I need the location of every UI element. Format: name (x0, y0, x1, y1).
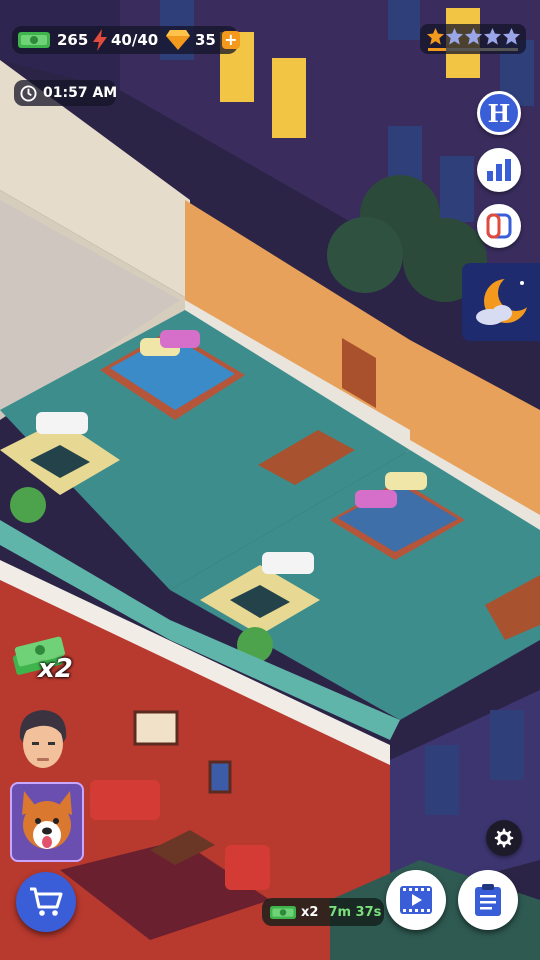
gems-counter[interactable]: 35 + (166, 27, 240, 53)
manager-avatar[interactable] (10, 704, 76, 776)
watch-video-button[interactable] (386, 870, 446, 930)
alert-button[interactable] (477, 204, 521, 248)
settings-button[interactable] (486, 820, 522, 856)
hotel-rating[interactable] (420, 24, 526, 54)
corgi-dog-icon (22, 791, 72, 849)
star-icon (445, 27, 464, 45)
hotel-letter: H (487, 98, 511, 128)
shopping-cart-icon (30, 887, 63, 916)
moon-cloud-icon (476, 275, 534, 325)
cash-icon (270, 905, 296, 919)
alert-card-icon (486, 213, 512, 239)
bar-chart-icon (487, 159, 511, 181)
clipboard-icon (475, 884, 501, 916)
plant (10, 487, 46, 523)
energy-value: 40/40 (111, 31, 159, 49)
pet-dog-button[interactable] (10, 782, 84, 862)
manager-face-icon (19, 710, 67, 768)
gem-icon (166, 30, 190, 50)
stats-button[interactable] (477, 148, 521, 192)
income-boost-contents: x2 7m 37s (270, 900, 381, 924)
gems-value: 35 (195, 31, 216, 49)
hotel-button[interactable]: H (477, 91, 521, 135)
add-gems-button[interactable]: + (221, 31, 240, 49)
energy-counter[interactable]: 40/40 (93, 27, 158, 53)
shop-button[interactable] (16, 872, 76, 932)
clock-time: 01:57 AM (43, 85, 118, 101)
tasks-button[interactable] (458, 870, 518, 930)
boost-multiplier: x2 (301, 904, 319, 920)
rating-progress-fill (428, 48, 446, 51)
star-icon (464, 27, 483, 45)
sofa (90, 780, 160, 820)
boost-time-left: 7m 37s (328, 904, 382, 920)
clock-icon (20, 84, 37, 102)
sink (36, 412, 88, 434)
cash-bonus-multiplier: x2 (38, 654, 73, 684)
star-icon (502, 27, 521, 45)
star-icon (483, 27, 502, 45)
money-counter[interactable]: 265 (18, 27, 88, 53)
gear-icon (494, 828, 514, 848)
money-value: 265 (57, 31, 89, 49)
star-icon (426, 27, 445, 45)
lightning-icon (93, 29, 107, 51)
cash-bonus-button[interactable]: x2 (10, 632, 86, 694)
rating-progress-bar (428, 48, 518, 51)
video-film-icon (400, 886, 432, 914)
night-mode-button[interactable] (462, 263, 540, 341)
cash-icon (18, 32, 50, 48)
game-clock: 01:57 AM (20, 80, 117, 106)
